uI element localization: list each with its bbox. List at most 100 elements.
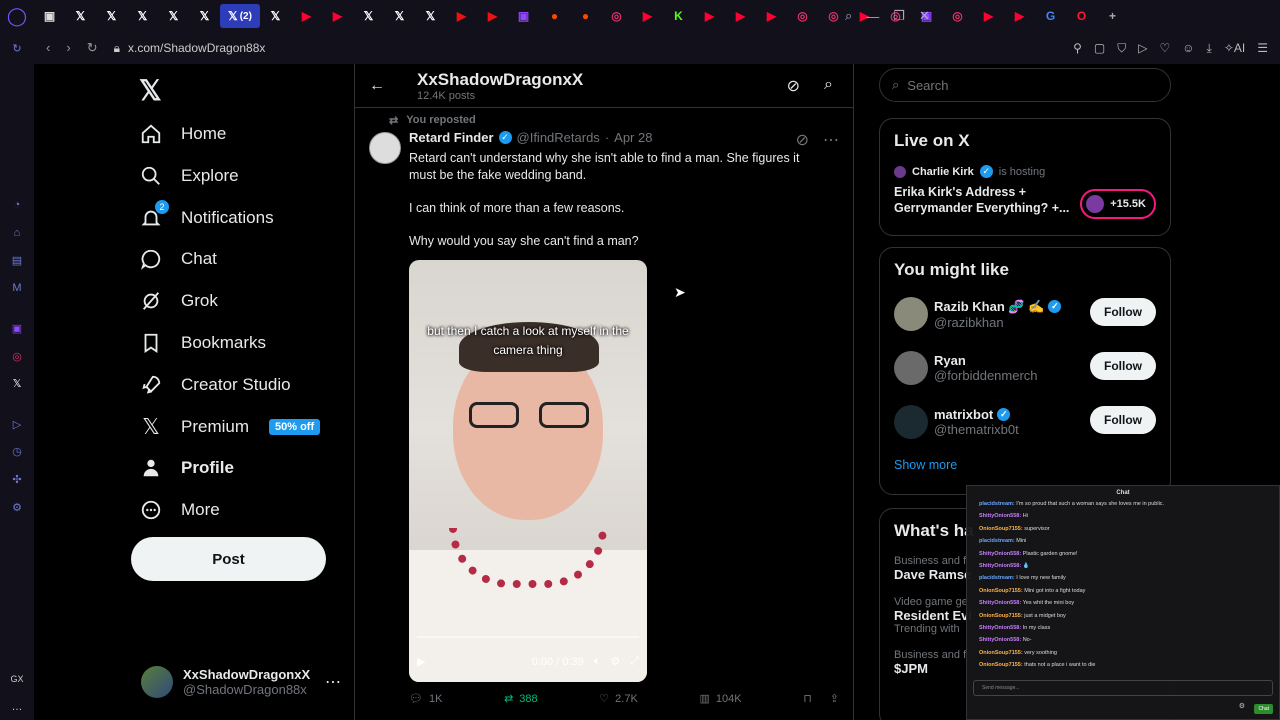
tweet-date[interactable]: Apr 28 [614,130,652,145]
minimize-icon[interactable]: — [866,9,879,24]
author-handle[interactable]: @IfindRetards [517,130,600,145]
chat-username[interactable]: ShittyOnion558: [979,551,1023,557]
settings-icon[interactable]: ⚙ [10,501,24,515]
play-icon[interactable]: ▶ [417,655,425,668]
chat-username[interactable]: OnionSoup7155: [979,613,1024,619]
avatar[interactable] [894,351,928,385]
grok-icon[interactable]: ⊘ [787,76,800,96]
nav-chat[interactable]: Chat [139,247,217,271]
chat-username[interactable]: ShittyOnion558: [979,513,1023,519]
profile-icon[interactable]: ☺ [1182,41,1194,55]
gx-icon[interactable]: GX [10,672,24,686]
share-button[interactable]: ⇪ [830,692,839,705]
grok-icon[interactable]: ⊘ [796,130,809,150]
more-dots-icon[interactable]: ⋯ [325,672,341,692]
nav-notifications[interactable]: 2 Notifications [139,200,274,230]
kick-icon-tab[interactable]: K [663,0,694,32]
show-more-link[interactable]: Show more [894,458,1156,472]
aria-icon[interactable]: ◔ [10,198,24,212]
nav-grok[interactable]: Grok [139,289,218,313]
x-logo-icon[interactable]: 𝕏 [139,74,162,107]
volume-icon[interactable]: 🔈︎ [594,655,601,668]
url-text[interactable]: x.com/ShadowDragon88x [128,41,265,55]
follow-button[interactable]: Follow [1090,406,1156,434]
chat-username[interactable]: placidstream: [979,575,1016,581]
youtube-icon-tab[interactable]: ▶ [725,0,756,32]
close-window-icon[interactable]: ✕ [919,8,930,24]
player-icon[interactable]: ▷ [10,418,24,432]
search-input[interactable] [907,77,1138,93]
x-icon-tab[interactable]: 𝕏 (2) [220,4,260,28]
account-switcher[interactable]: XxShadowDragonxX @ShadowDragon88x ⋯ [141,664,341,700]
youtube-icon-tab[interactable]: ▶ [322,0,353,32]
x-icon-tab[interactable]: 𝕏 [353,0,384,32]
bot-icon[interactable]: ⌂ [10,226,24,240]
suggestion-row[interactable]: matrixbot ✓ @thematrixb0t Follow [894,402,1156,442]
nav-creator-studio[interactable]: Creator Studio [139,373,291,397]
chat-username[interactable]: ShittyOnion558: [979,637,1023,643]
youtube-icon-tab[interactable]: ▶ [694,0,725,32]
chat-username[interactable]: placidstream: [979,501,1016,507]
instagram-sidebar-icon[interactable]: ◎ [10,350,24,364]
messenger-icon[interactable]: M [10,281,24,295]
instagram-icon-tab[interactable]: ◎ [787,0,818,32]
twitch-sidebar-icon[interactable]: ▣ [10,322,24,336]
search-box[interactable]: ⌕ [879,68,1171,102]
suggestion-row[interactable]: Ryan @forbiddenmerch Follow [894,348,1156,388]
chat-username[interactable]: OnionSoup7155: [979,588,1024,594]
forward-icon[interactable]: › [66,40,70,56]
nav-explore[interactable]: Explore [139,164,239,188]
play-icon-tab[interactable]: ▶ [477,0,508,32]
menu-icon[interactable]: ☰ [1257,41,1268,55]
x-sidebar-icon[interactable]: 𝕏 [10,377,24,391]
fullscreen-icon[interactable]: ⤢ [630,655,639,668]
ai-button[interactable]: ✧AI [1224,41,1245,55]
avatar[interactable] [894,405,928,439]
instagram-icon-tab[interactable]: ◎ [601,0,632,32]
chat-input[interactable]: Send message... [973,680,1273,696]
x-icon-tab[interactable]: 𝕏 [127,0,158,32]
opera-menu-icon[interactable]: ◯ [0,0,34,32]
x-icon-tab[interactable]: 𝕏 [96,0,127,32]
note-icon[interactable]: ▤ [10,254,24,268]
x-icon-tab[interactable]: 𝕏 [415,0,446,32]
search-icon[interactable]: ⌕ [824,76,833,96]
chat-username[interactable]: OnionSoup7155: [979,662,1024,668]
more-dots-icon[interactable]: ⋯ [823,130,839,150]
back-arrow-icon[interactable]: ← [369,77,389,95]
video-player[interactable]: but then I catch a look at myself in the… [409,260,647,682]
pin-icon[interactable]: ⚲ [1073,41,1082,55]
settings-icon[interactable]: ⚙ [610,655,620,668]
restore-icon[interactable]: ❐ [893,8,905,24]
chat-username[interactable]: ShittyOnion558: [979,625,1023,631]
reload-icon[interactable]: ↻ [87,40,98,56]
host-name[interactable]: Charlie Kirk [912,166,974,178]
nav-premium[interactable]: 𝕏 Premium 50% off [139,414,321,439]
views-button[interactable]: ▥ 104K [699,692,741,706]
nav-home[interactable]: Home [139,122,226,146]
settings-icon[interactable]: ⚙ [1239,702,1245,710]
video-progress-bar[interactable] [417,636,639,638]
suggestion-row[interactable]: Razib Khan 🧬 ✍️ ✓ @razibkhan Follow [894,294,1156,334]
snapshot-icon[interactable]: ▢ [1094,41,1105,55]
x-icon-tab[interactable]: 𝕏 [65,0,96,32]
follow-button[interactable]: Follow [1090,352,1156,380]
follow-button[interactable]: Follow [1090,298,1156,326]
nav-profile[interactable]: Profile [139,456,234,480]
chat-username[interactable]: ShittyOnion558: [979,600,1023,606]
back-icon[interactable]: ‹ [46,40,50,56]
reddit-icon-tab[interactable]: ● [570,0,601,32]
chat-username[interactable]: OnionSoup7155: [979,650,1024,656]
twitch-icon-tab[interactable]: ▣ [508,0,539,32]
space-title[interactable]: Erika Kirk's Address + Gerrymander Every… [894,184,1074,216]
youtube-icon-tab[interactable]: ▶ [291,0,322,32]
avatar[interactable] [894,297,928,331]
shield-icon[interactable]: ⛉ [1117,41,1126,56]
author-name[interactable]: Retard Finder [409,130,494,145]
x-icon-tab[interactable]: 𝕏 [260,0,291,32]
listener-count[interactable]: +15.5K [1080,189,1156,219]
reddit-icon-tab[interactable]: ● [539,0,570,32]
nav-bookmarks[interactable]: Bookmarks [139,331,266,355]
reload-sidebar-icon[interactable]: ↻ [10,42,24,56]
reply-button[interactable]: 💬︎ 1K [409,692,442,706]
